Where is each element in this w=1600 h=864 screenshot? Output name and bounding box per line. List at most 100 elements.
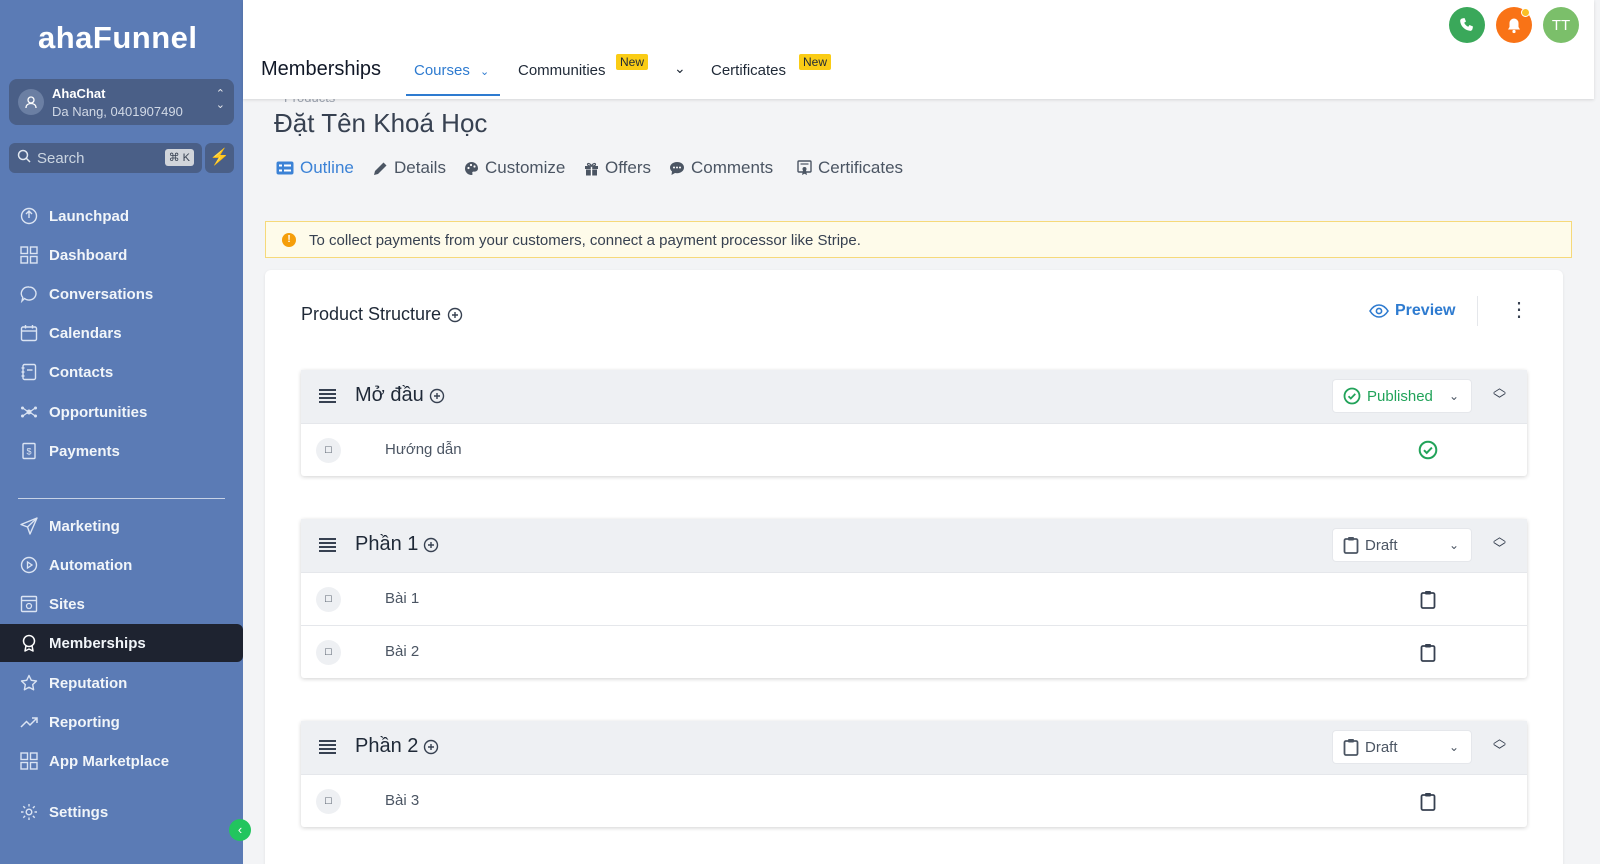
active-tab-indicator [406, 94, 500, 96]
chevron-down-icon: ⌄ [1448, 389, 1459, 403]
draft-clipboard-icon [1417, 588, 1439, 610]
sidebar: ahaFunnel AhaChat Da Nang, 0401907490 ⌃ ⌄… [0, 0, 243, 864]
sidebar-item-label: Memberships [49, 634, 146, 652]
drag-handle-icon[interactable] [319, 538, 336, 552]
preview-button[interactable]: Preview [1369, 302, 1455, 320]
sidebar-item-label: Opportunities [49, 403, 148, 421]
course-title: Đặt Tên Khoá Học [274, 108, 488, 138]
section-title: Phần 1 [355, 533, 419, 555]
search-icon [17, 149, 31, 163]
chevron-down-icon: ⌄ [1448, 538, 1459, 552]
preview-label: Preview [1395, 302, 1456, 319]
subtab-details[interactable]: Details [373, 158, 446, 178]
sidebar-item-settings[interactable]: Settings [0, 793, 243, 831]
bell-icon[interactable] [1496, 7, 1532, 43]
section-status-dropdown[interactable]: Draft ⌄ [1332, 730, 1472, 764]
outline-icon [276, 161, 294, 175]
chevron-down-icon: ⌄ [480, 66, 490, 78]
account-avatar-icon [18, 89, 44, 115]
subtab-customize[interactable]: Customize [464, 158, 565, 178]
add-circle-icon[interactable] [423, 537, 439, 553]
sidebar-item-memberships[interactable]: Memberships [0, 624, 243, 662]
launchpad-icon [19, 206, 39, 226]
sidebar-item-dashboard[interactable]: Dashboard [0, 236, 243, 274]
section-title: Mở đầu [355, 384, 424, 406]
sidebar-item-label: Reporting [49, 713, 120, 731]
sidebar-item-marketing[interactable]: Marketing [0, 507, 243, 545]
avatar-initials: TT [1551, 16, 1571, 34]
section-header: Phần 2 Draft ⌄ ︿ ﹀ [301, 721, 1527, 774]
sidebar-item-conversations[interactable]: Conversations [0, 275, 243, 313]
subtab-label: Outline [300, 158, 354, 177]
section-header: Phần 1 Draft ⌄ ︿ ﹀ [301, 519, 1527, 572]
sidebar-item-label: Sites [49, 595, 85, 613]
subtab-offers[interactable]: Offers [584, 158, 651, 178]
sidebar-item-label: Reputation [49, 674, 128, 692]
tab-label: Certificates [711, 62, 787, 79]
add-circle-icon[interactable] [447, 307, 463, 323]
phone-icon[interactable] [1449, 7, 1485, 43]
sidebar-item-label: Dashboard [49, 246, 128, 264]
apps-icon [19, 751, 39, 771]
subtab-outline[interactable]: Outline [276, 158, 354, 178]
tab-communities[interactable]: Communities [518, 62, 606, 79]
lesson-row[interactable]: □ Bài 1 [301, 572, 1527, 625]
add-circle-icon[interactable] [429, 388, 445, 404]
published-check-icon [1417, 439, 1439, 461]
trend-icon [19, 712, 39, 732]
lesson-row[interactable]: □ Hướng dẫn [301, 423, 1527, 476]
palette-icon [465, 161, 479, 175]
drag-handle-icon[interactable] [319, 389, 336, 403]
sidebar-item-automation[interactable]: Automation [0, 546, 243, 584]
subtab-label: Comments [691, 158, 774, 177]
account-switcher[interactable]: AhaChat Da Nang, 0401907490 ⌃ ⌄ [9, 79, 234, 125]
document-icon: □ [316, 587, 341, 612]
more-tabs-chevron-down-icon[interactable]: ⌄ [674, 60, 686, 77]
clipboard-icon [1343, 537, 1359, 554]
sidebar-item-app-marketplace[interactable]: App Marketplace [0, 742, 243, 780]
section-status-dropdown[interactable]: Published ⌄ [1332, 379, 1472, 413]
product-structure-header: Product Structure [301, 304, 463, 325]
sidebar-item-contacts[interactable]: Contacts [0, 353, 243, 391]
gift-icon [585, 162, 598, 176]
section-status-dropdown[interactable]: Draft ⌄ [1332, 528, 1472, 562]
tab-courses[interactable]: Courses ⌄ [414, 62, 489, 79]
tab-label: Communities [518, 62, 606, 79]
lesson-row[interactable]: □ Bài 2 [301, 625, 1527, 678]
more-options-kebab-icon[interactable]: ⋮ [1509, 300, 1529, 320]
brand-logo[interactable]: ahaFunnel [38, 20, 198, 56]
section-header: Mở đầu Published ⌄ ︿ ﹀ [301, 370, 1527, 423]
user-avatar[interactable]: TT [1543, 7, 1579, 43]
quick-action-bolt-icon[interactable]: ⚡ [205, 143, 234, 173]
expand-collapse-icon[interactable]: ︿ ﹀ [1493, 732, 1506, 757]
alert-text: To collect payments from your customers,… [309, 232, 861, 249]
tab-certificates[interactable]: Certificates [711, 62, 786, 79]
sidebar-item-payments[interactable]: $ Payments [0, 432, 243, 470]
star-icon [19, 673, 39, 693]
subtab-label: Details [394, 158, 446, 177]
notification-dot [1521, 8, 1530, 17]
lesson-title: Bài 1 [385, 590, 420, 607]
lesson-row[interactable]: □ Bài 3 [301, 774, 1527, 827]
sidebar-item-reporting[interactable]: Reporting [0, 703, 243, 741]
clipboard-icon [1343, 739, 1359, 756]
expand-collapse-icon[interactable]: ︿ ﹀ [1493, 381, 1506, 406]
sidebar-item-reputation[interactable]: Reputation [0, 664, 243, 702]
warning-icon: ! [282, 233, 296, 247]
search-input[interactable]: Search ⌘ K [9, 143, 202, 173]
sidebar-item-launchpad[interactable]: Launchpad [0, 197, 243, 235]
sidebar-divider [18, 498, 225, 499]
subtab-certificates[interactable]: Certificates [797, 158, 903, 178]
sidebar-item-sites[interactable]: Sites [0, 585, 243, 623]
send-icon [19, 516, 39, 536]
sidebar-item-opportunities[interactable]: Opportunities [0, 393, 243, 431]
calendar-icon [19, 323, 39, 343]
drag-handle-icon[interactable] [319, 740, 336, 754]
sidebar-item-calendars[interactable]: Calendars [0, 314, 243, 352]
lesson-title: Hướng dẫn [385, 441, 462, 458]
expand-collapse-icon[interactable]: ︿ ﹀ [1493, 530, 1506, 555]
subtab-label: Customize [485, 158, 566, 177]
add-circle-icon[interactable] [423, 739, 439, 755]
collapse-sidebar-chevron-left-icon[interactable]: ‹ [229, 819, 251, 841]
subtab-comments[interactable]: Comments [669, 158, 773, 178]
